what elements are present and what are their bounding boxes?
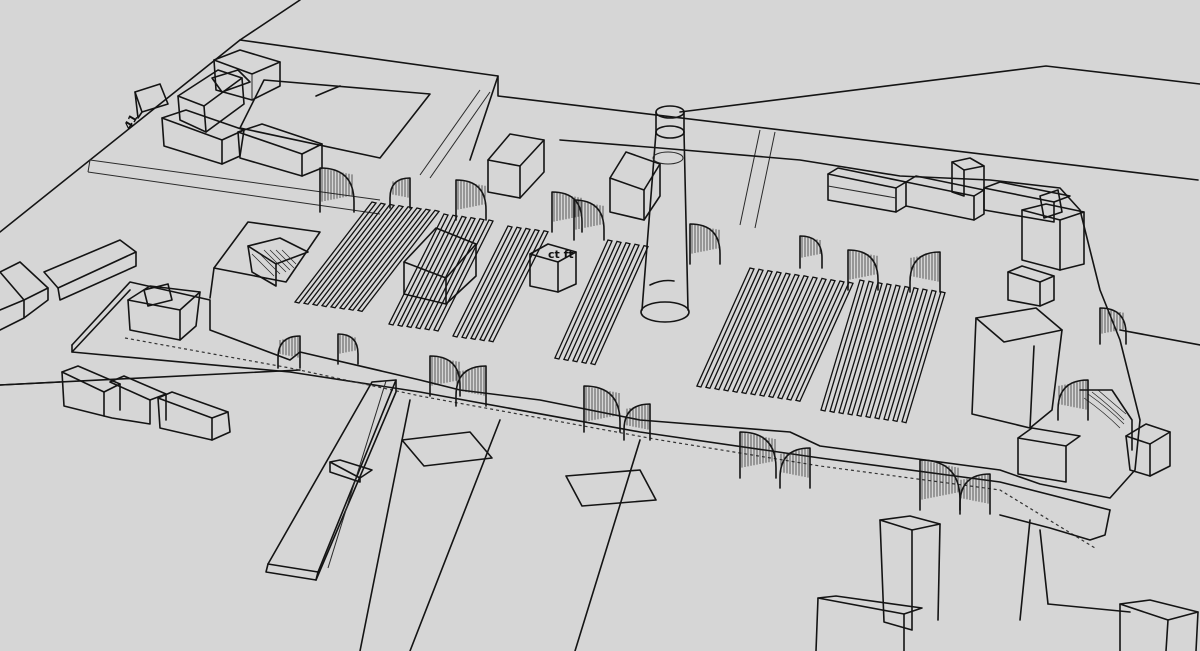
bar-element (571, 242, 631, 363)
bar-element (767, 277, 827, 399)
bar-element (461, 226, 522, 339)
arch-15 (689, 223, 721, 265)
bar-element (883, 288, 928, 421)
wireframe-scene[interactable]: 41 ct ft (0, 0, 1200, 651)
arch-2 (429, 355, 461, 397)
bar-element (470, 227, 531, 341)
left-side-boxes (0, 239, 231, 441)
arch-1 (337, 333, 359, 365)
arch-12 (389, 177, 411, 209)
bar-element (874, 287, 919, 420)
bar-element (785, 280, 845, 401)
bar-element (892, 289, 937, 423)
bar-element (580, 243, 640, 364)
bar-element (713, 269, 773, 391)
bar-element (415, 216, 476, 330)
3d-wireframe-viewport[interactable]: 41 ct ft (0, 0, 1200, 651)
arch-20 (1099, 307, 1127, 345)
arch-10 (277, 335, 301, 369)
bar-element (589, 244, 649, 366)
bar-element (794, 281, 854, 403)
bar-element (865, 285, 910, 419)
arch-13 (455, 179, 487, 221)
bar-element (758, 276, 818, 397)
arch-16 (799, 235, 823, 269)
arch-6 (739, 431, 777, 479)
bar-element (722, 271, 782, 392)
upper-left-buildings: 41 (122, 49, 431, 177)
bar-element (847, 283, 892, 416)
arch-8 (919, 459, 961, 511)
bar-cluster-f (820, 279, 946, 424)
bar-element (838, 281, 883, 415)
bar-element (776, 278, 836, 400)
bar-element (731, 272, 791, 393)
center-mark-label: ct ft (548, 248, 574, 261)
bar-element (704, 268, 764, 390)
bar-element (829, 280, 874, 414)
bar-element (820, 279, 865, 412)
right-side-buildings (827, 157, 1171, 483)
bar-element (740, 273, 800, 395)
main-platform (71, 139, 1141, 549)
arch-18 (909, 251, 941, 293)
bar-element (856, 284, 901, 417)
wall-arches (277, 167, 1127, 515)
arch-21 (1057, 379, 1089, 421)
bar-element (695, 267, 755, 388)
arch-11 (551, 191, 583, 233)
arch-19 (319, 167, 355, 213)
bar-element (901, 290, 946, 424)
bar-element (749, 275, 809, 396)
bar-element (406, 215, 467, 329)
